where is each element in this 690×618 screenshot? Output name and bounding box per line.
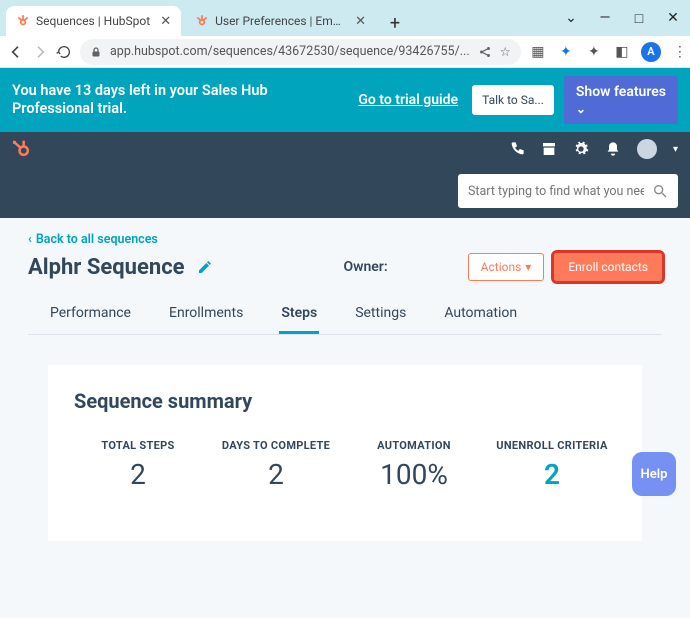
close-icon[interactable]: ✕ bbox=[160, 14, 171, 29]
stat-days-to-complete: DAYS TO COMPLETE 2 bbox=[212, 439, 340, 491]
browser-tab[interactable]: User Preferences | Email ✕ bbox=[185, 6, 376, 36]
search-input[interactable] bbox=[468, 184, 644, 199]
tab-automation[interactable]: Automation bbox=[442, 301, 519, 334]
forward-button[interactable] bbox=[32, 42, 48, 62]
browser-tabs: Sequences | HubSpot ✕ User Preferences |… bbox=[0, 0, 408, 36]
sprocket-icon bbox=[16, 14, 30, 28]
browser-toolbar: app.hubspot.com/sequences/43672530/seque… bbox=[0, 36, 690, 68]
tab-steps[interactable]: Steps bbox=[279, 301, 319, 334]
hubspot-logo-icon[interactable] bbox=[12, 139, 32, 159]
share-icon[interactable] bbox=[478, 45, 492, 59]
close-icon[interactable]: ✕ bbox=[355, 14, 366, 29]
summary-title: Sequence summary bbox=[74, 389, 616, 413]
trial-guide-link[interactable]: Go to trial guide bbox=[358, 91, 458, 109]
nav-search-row bbox=[0, 166, 690, 218]
hubspot-nav: ▾ bbox=[0, 132, 690, 166]
marketplace-icon[interactable] bbox=[541, 141, 557, 157]
caret-down-icon: ▾ bbox=[525, 260, 531, 274]
trial-message: You have 13 days left in your Sales Hub … bbox=[12, 82, 348, 118]
gear-icon[interactable] bbox=[573, 141, 589, 157]
extensions-cluster: ▦ ✦ ✦ ◧ A ⋮ bbox=[529, 42, 689, 62]
actions-dropdown-button[interactable]: Actions ▾ bbox=[468, 253, 545, 281]
show-features-toggle[interactable]: Show features ⌄ bbox=[564, 76, 678, 124]
chevron-down-icon[interactable]: ▾ bbox=[673, 144, 678, 155]
search-icon[interactable] bbox=[652, 183, 668, 199]
tab-title: User Preferences | Email bbox=[215, 14, 345, 28]
close-window-button[interactable]: ✕ bbox=[656, 10, 690, 26]
stat-total-steps: TOTAL STEPS 2 bbox=[74, 439, 202, 491]
tab-title: Sequences | HubSpot bbox=[36, 14, 150, 28]
sprocket-icon bbox=[195, 14, 209, 28]
chevron-left-icon: ‹ bbox=[28, 232, 32, 247]
extension-icon[interactable]: ◧ bbox=[613, 43, 631, 61]
minimize-button[interactable]: — bbox=[588, 10, 622, 26]
browser-tab-active[interactable]: Sequences | HubSpot ✕ bbox=[6, 6, 181, 36]
summary-card: Sequence summary TOTAL STEPS 2 DAYS TO C… bbox=[48, 365, 642, 541]
back-to-sequences-link[interactable]: ‹ Back to all sequences bbox=[28, 232, 662, 247]
profile-avatar[interactable]: A bbox=[641, 42, 661, 62]
url-text: app.hubspot.com/sequences/43672530/seque… bbox=[110, 44, 470, 59]
chevron-down-icon: ⌄ bbox=[576, 102, 666, 116]
page-header: Alphr Sequence Owner: Actions ▾ Enroll c… bbox=[28, 253, 662, 281]
tab-settings[interactable]: Settings bbox=[353, 301, 408, 334]
user-avatar[interactable] bbox=[637, 139, 657, 159]
kebab-menu-icon[interactable]: ⋮ bbox=[671, 43, 689, 61]
edit-pencil-icon[interactable] bbox=[197, 259, 213, 275]
summary-stats: TOTAL STEPS 2 DAYS TO COMPLETE 2 AUTOMAT… bbox=[74, 439, 616, 491]
new-tab-button[interactable]: + bbox=[382, 10, 408, 36]
extension-icon[interactable]: ✦ bbox=[557, 43, 575, 61]
sequence-title: Alphr Sequence bbox=[28, 255, 185, 280]
page-tabs: Performance Enrollments Steps Settings A… bbox=[28, 301, 662, 335]
tab-performance[interactable]: Performance bbox=[48, 301, 133, 334]
chevron-down-icon[interactable]: ⌄ bbox=[554, 10, 588, 26]
address-bar[interactable]: app.hubspot.com/sequences/43672530/seque… bbox=[80, 39, 521, 65]
window-controls: ⌄ — □ ✕ bbox=[554, 0, 690, 36]
maximize-button[interactable]: □ bbox=[622, 10, 656, 27]
talk-to-sales-button[interactable]: Talk to Sa... bbox=[472, 85, 554, 115]
window-titlebar: Sequences | HubSpot ✕ User Preferences |… bbox=[0, 0, 690, 36]
trial-banner: You have 13 days left in your Sales Hub … bbox=[0, 68, 690, 132]
help-button[interactable]: Help bbox=[632, 452, 676, 496]
lock-icon bbox=[90, 46, 102, 58]
phone-icon[interactable] bbox=[509, 141, 525, 157]
reload-button[interactable] bbox=[56, 42, 72, 62]
tab-enrollments[interactable]: Enrollments bbox=[167, 301, 245, 334]
bell-icon[interactable] bbox=[605, 141, 621, 157]
stat-unenroll-criteria: UNENROLL CRITERIA 2 bbox=[488, 439, 616, 491]
owner-label: Owner: bbox=[343, 259, 387, 275]
bookmark-star-icon[interactable]: ☆ bbox=[500, 44, 511, 60]
enroll-contacts-button[interactable]: Enroll contacts bbox=[554, 253, 662, 281]
puzzle-icon[interactable]: ✦ bbox=[585, 43, 603, 61]
back-button[interactable] bbox=[8, 42, 24, 62]
stat-automation: AUTOMATION 100% bbox=[350, 439, 478, 491]
extension-icon[interactable]: ▦ bbox=[529, 43, 547, 61]
global-search[interactable] bbox=[458, 174, 678, 208]
page-content: ‹ Back to all sequences Alphr Sequence O… bbox=[0, 218, 690, 618]
